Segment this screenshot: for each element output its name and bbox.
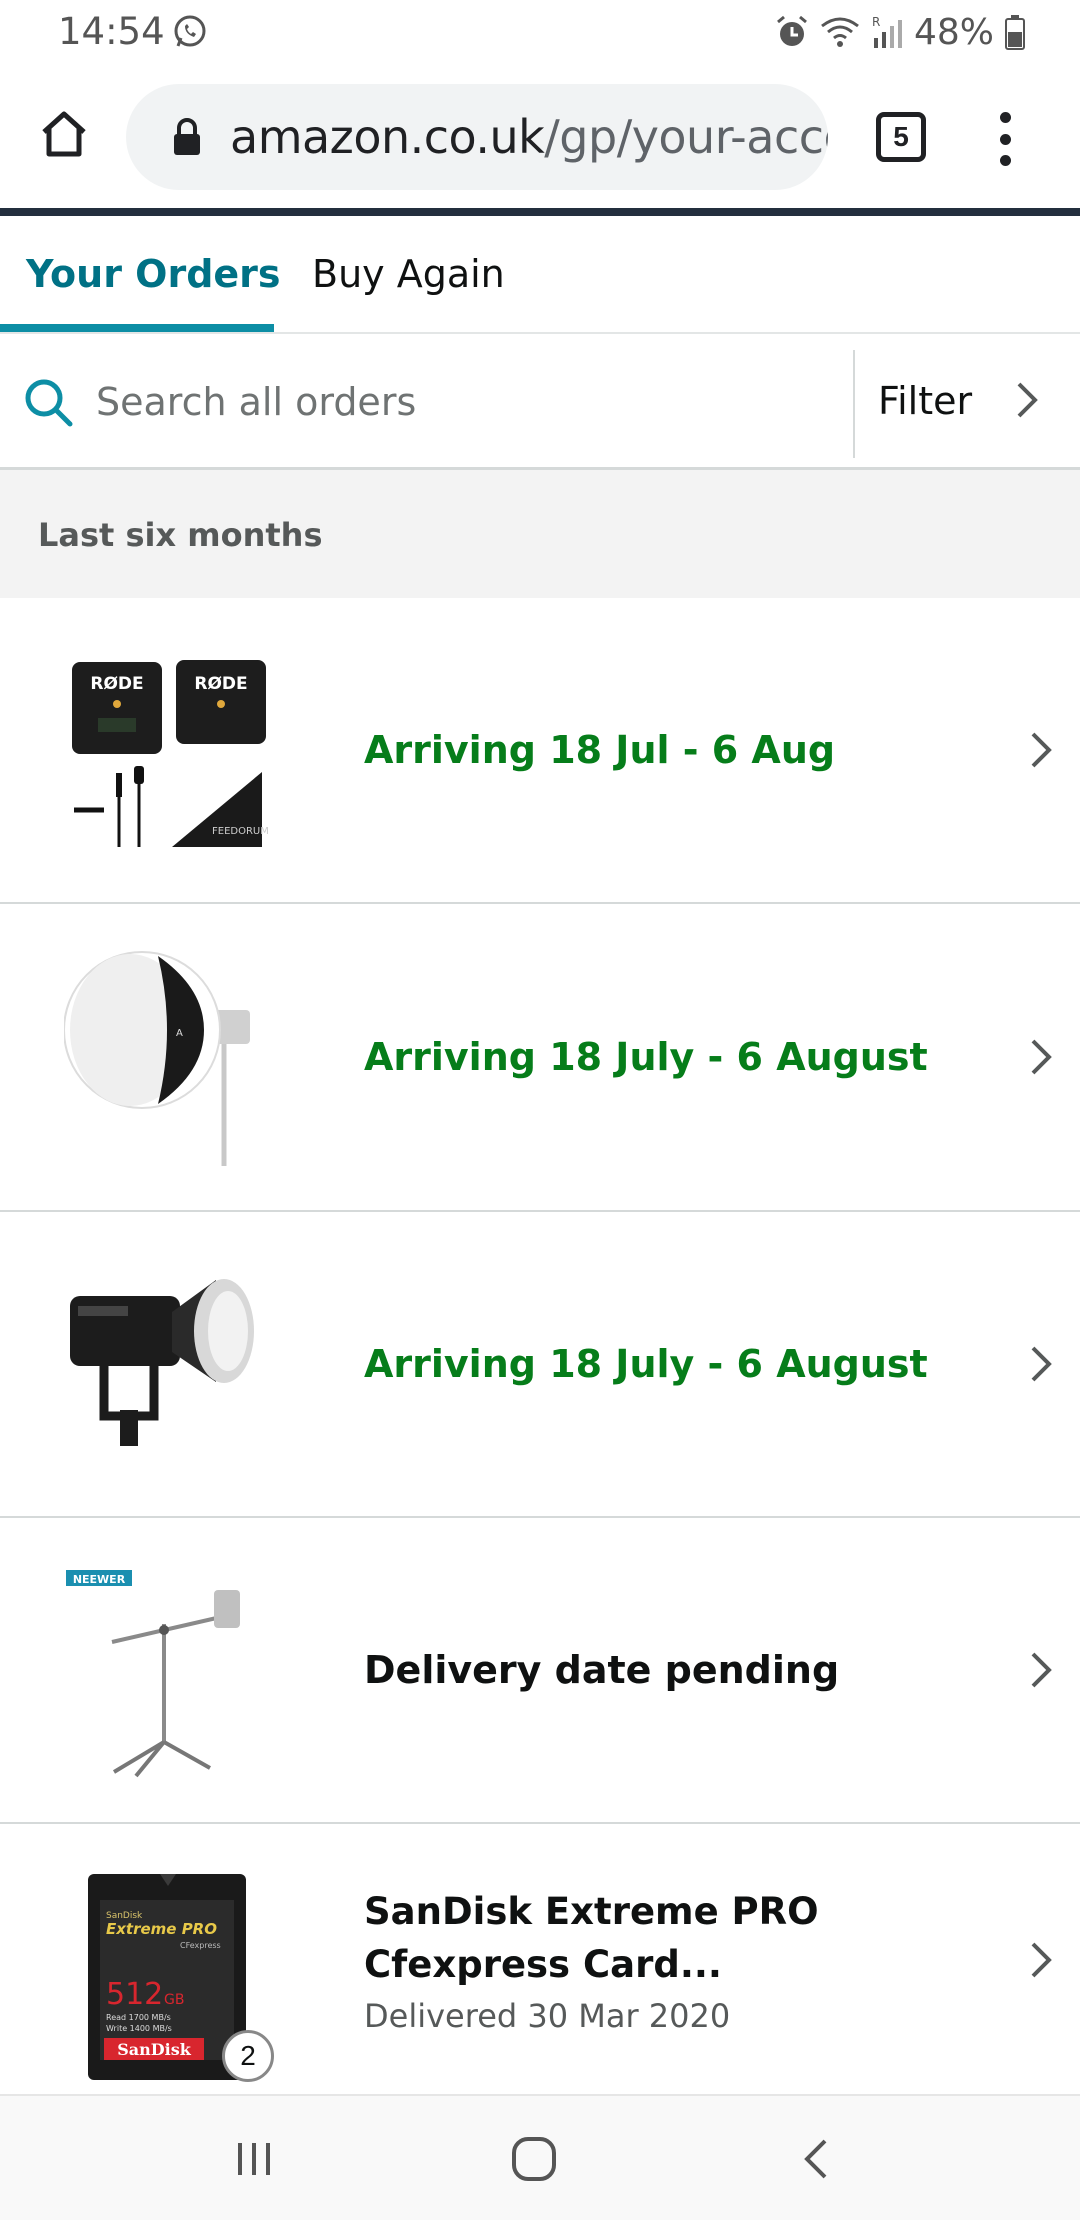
browser-menu-button[interactable]: [990, 104, 1020, 174]
system-home-button[interactable]: [494, 2128, 574, 2190]
svg-text:A: A: [176, 1028, 183, 1039]
filter-divider: [853, 350, 855, 458]
browser-home-button[interactable]: [30, 100, 98, 168]
neewer-logo: NEEWER: [73, 1573, 126, 1586]
product-thumbnail: A: [64, 951, 250, 1166]
card-product-line: Extreme PRO: [106, 1920, 217, 1938]
order-details: Arriving 18 July - 6 August: [364, 1212, 984, 1516]
status-bar: 14:54 R 48%: [0, 0, 1080, 64]
system-back-button[interactable]: [776, 2128, 856, 2190]
filter-button[interactable]: Filter: [856, 334, 1080, 468]
product-title: SanDisk Extreme PRO Cfexpress Card...: [364, 1890, 819, 1986]
chevron-right-icon: [1017, 382, 1038, 418]
card-capacity-unit: GB: [164, 1992, 184, 2008]
order-row[interactable]: A Arriving 18 July - 6 August: [0, 904, 1080, 1212]
whatsapp-icon: [174, 15, 206, 47]
order-tabs: Your Orders Buy Again: [0, 216, 1080, 334]
order-row[interactable]: RØDE RØDE FEEDORUM Arriving 18 Jul - 6 A…: [0, 598, 1080, 904]
order-row[interactable]: NEEWER Delivery date pending: [0, 1518, 1080, 1824]
order-details: Arriving 18 Jul - 6 Aug: [364, 598, 984, 902]
rode-logo: RØDE: [90, 674, 143, 694]
status-time: 14:54: [58, 10, 165, 53]
active-tab-indicator: [0, 324, 274, 332]
signal-icon: R: [872, 15, 902, 48]
order-status: Delivered 30 Mar 2020: [364, 1997, 731, 2035]
menu-dot: [999, 133, 1011, 145]
home-circle-icon: [512, 2137, 556, 2181]
alarm-icon: [777, 15, 807, 46]
chevron-right-icon: [1031, 1942, 1052, 1978]
browser-toolbar: amazon.co.uk/gp/your-acco 5: [0, 64, 1080, 210]
header-divider: [0, 208, 1080, 216]
order-details: Arriving 18 July - 6 August: [364, 904, 984, 1210]
svg-text:R: R: [872, 15, 880, 29]
order-status: Delivery date pending: [364, 1648, 840, 1692]
card-format: CFexpress: [180, 1941, 221, 1950]
quantity-value: 2: [240, 2040, 256, 2071]
battery-percent: 48%: [913, 11, 994, 53]
order-row[interactable]: Arriving 18 July - 6 August: [0, 1212, 1080, 1518]
url-path: /gp/your-acco: [544, 110, 828, 164]
url-text: amazon.co.uk/gp/your-acco: [230, 110, 828, 164]
status-icons: R 48%: [774, 10, 1026, 54]
home-icon: [42, 111, 86, 157]
rode-logo: RØDE: [194, 674, 247, 694]
wifi-icon: [821, 17, 859, 47]
product-thumbnail: NEEWER: [66, 1570, 240, 1778]
section-title: Last six months: [38, 516, 323, 554]
back-icon: [804, 2139, 827, 2179]
search-bar: Filter: [0, 334, 1080, 470]
order-status: Arriving 18 Jul - 6 Aug: [364, 728, 836, 772]
filter-label: Filter: [878, 379, 973, 423]
card-read-speed: Read 1700 MB/s: [106, 2013, 171, 2022]
section-header: Last six months: [0, 470, 1080, 598]
lock-icon: [174, 118, 200, 155]
card-capacity: 512: [106, 1977, 163, 2012]
tab-your-orders[interactable]: Your Orders: [26, 252, 281, 296]
tab-count: 5: [893, 121, 909, 152]
battery-icon: [1005, 15, 1025, 50]
url-domain: amazon.co.uk: [230, 110, 545, 164]
menu-dot: [999, 112, 1011, 123]
recents-icon: [238, 2143, 270, 2175]
order-status: Arriving 18 July - 6 August: [364, 1035, 928, 1079]
sandisk-logo: SanDisk: [117, 2040, 192, 2059]
menu-dot: [999, 155, 1011, 166]
product-thumbnail: [70, 1279, 254, 1446]
product-thumbnail: RØDE RØDE FEEDORUM: [72, 660, 269, 847]
chevron-right-icon: [1031, 1652, 1052, 1688]
quantity-badge: 2: [222, 2030, 274, 2082]
system-nav-bar: [0, 2094, 1080, 2220]
order-status: Arriving 18 July - 6 August: [364, 1342, 928, 1386]
card-write-speed: Write 1400 MB/s: [106, 2024, 172, 2033]
order-details: SanDisk Extreme PRO Cfexpress Card... De…: [364, 1824, 984, 2096]
recent-apps-button[interactable]: [214, 2128, 294, 2190]
chevron-right-icon: [1031, 732, 1052, 768]
search-icon: [25, 379, 73, 427]
order-details: Delivery date pending: [364, 1518, 984, 1822]
feedorum-logo: FEEDORUM: [212, 826, 269, 837]
order-row[interactable]: SanDisk Extreme PRO CFexpress 512 GB Rea…: [0, 1824, 1080, 2096]
tab-buy-again[interactable]: Buy Again: [312, 252, 505, 296]
chevron-right-icon: [1031, 1039, 1052, 1075]
url-bar[interactable]: amazon.co.uk/gp/your-acco: [126, 84, 828, 190]
search-orders-input[interactable]: [96, 364, 836, 440]
chevron-right-icon: [1031, 1346, 1052, 1382]
tab-switcher-button[interactable]: 5: [876, 112, 926, 162]
